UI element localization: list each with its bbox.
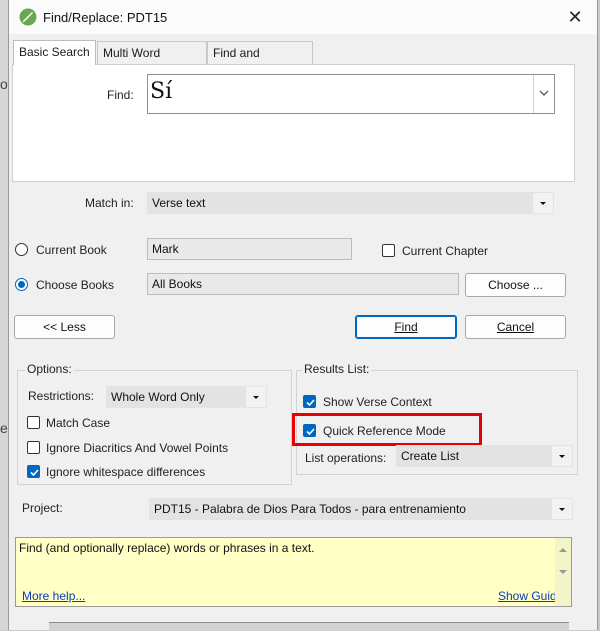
choose-button[interactable]: Choose ... [465,273,566,297]
find-input-value: Sí [150,79,173,104]
list-operations-select[interactable]: Create List [396,445,573,467]
ignore-diacritics-label: Ignore Diacritics And Vowel Points [46,441,229,455]
choose-books-field: All Books [147,273,459,295]
match-case-label: Match Case [46,416,111,430]
less-button[interactable]: << Less [14,315,115,339]
close-icon[interactable]: ✕ [563,6,587,28]
background-text-fragment: e [0,420,8,436]
help-panel: Find (and optionally replace) words or p… [15,537,572,607]
paratext-app-icon [19,8,37,26]
current-chapter-checkbox[interactable] [382,244,395,257]
caret-down-icon [253,396,259,399]
project-label: Project: [22,501,63,515]
find-replace-dialog: Find/Replace: PDT15 ✕ Basic Search Multi… [8,0,598,631]
restrictions-dropdown-arrow[interactable] [246,387,266,407]
ignore-diacritics-checkbox[interactable] [27,441,40,454]
scroll-up-icon[interactable] [555,542,571,558]
list-operations-value: Create List [401,449,460,463]
current-book-radio[interactable] [15,243,28,256]
choose-books-radio[interactable] [15,278,28,291]
find-input[interactable]: Sí [147,74,555,114]
window-title: Find/Replace: PDT15 [43,10,168,25]
caret-down-icon [540,202,546,205]
ignore-whitespace-checkbox[interactable] [27,465,40,478]
caret-down-icon [559,508,565,511]
restrictions-value: Whole Word Only [111,390,205,404]
show-verse-context-label: Show Verse Context [323,395,432,409]
cancel-button[interactable]: Cancel [465,315,566,339]
highlight-box [292,413,482,446]
checkmark-icon [30,469,39,477]
list-operations-label: List operations: [305,451,387,465]
tab-basic-search[interactable]: Basic Search [13,40,96,65]
match-case-checkbox[interactable] [27,416,40,429]
match-in-label: Match in: [85,196,134,210]
match-in-dropdown-arrow[interactable] [533,193,553,213]
project-value: PDT15 - Palabra de Dios Para Todos - par… [154,502,466,516]
current-book-value: Mark [152,242,179,256]
caret-down-icon [559,455,565,458]
checkmark-icon [306,399,315,407]
cancel-button-label: Cancel [496,320,535,334]
show-verse-context-checkbox[interactable] [303,395,316,408]
more-help-link[interactable]: More help... [22,589,85,603]
show-guide-link[interactable]: Show Guide [498,589,563,603]
choose-books-label: Choose Books [36,278,115,292]
find-history-dropdown[interactable] [533,75,554,113]
find-button[interactable]: Find [355,315,457,339]
restrictions-select[interactable]: Whole Word Only [106,386,267,408]
current-book-field: Mark [147,238,352,260]
restrictions-label: Restrictions: [28,389,95,403]
match-in-select[interactable]: Verse text [147,192,554,214]
background-text-fragment: o [0,76,8,92]
help-scrollbar[interactable] [555,538,571,606]
match-in-value: Verse text [152,196,206,210]
choose-books-value: All Books [152,277,203,291]
list-operations-dropdown-arrow[interactable] [552,446,572,466]
scroll-down-icon[interactable] [555,564,571,580]
current-book-label: Current Book [36,243,107,257]
current-chapter-label: Current Chapter [402,244,489,258]
ignore-whitespace-label: Ignore whitespace differences [46,465,206,479]
title-bar: Find/Replace: PDT15 ✕ [9,0,597,34]
options-group-title: Options: [25,362,74,376]
project-select[interactable]: PDT15 - Palabra de Dios Para Todos - par… [149,498,573,520]
tab-multi-word-search[interactable]: Multi Word Search [97,41,207,82]
tab-find-and-replace[interactable]: Find and Replace [207,41,313,82]
chevron-down-icon [539,90,549,96]
help-text: Find (and optionally replace) words or p… [19,541,315,555]
project-dropdown-arrow[interactable] [552,499,572,519]
results-list-group-title: Results List: [302,362,372,376]
background-window-edge [0,0,8,630]
find-label: Find: [107,88,134,102]
find-button-label: Find [394,320,418,334]
